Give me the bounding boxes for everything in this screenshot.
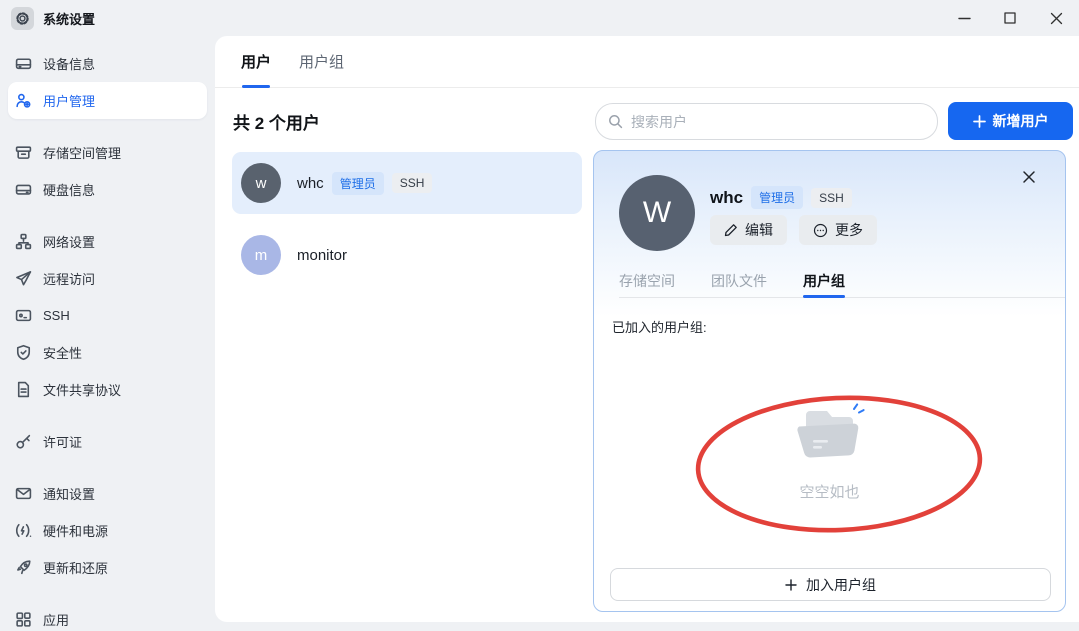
minimize-button[interactable]	[941, 0, 987, 36]
terminal-icon	[15, 307, 32, 324]
ellipsis-circle-icon	[813, 223, 828, 237]
add-user-label: 新增用户	[992, 113, 1049, 129]
tab-team-files[interactable]: 团队文件	[711, 263, 767, 298]
apps-grid-icon	[15, 611, 32, 628]
rocket-icon	[15, 559, 32, 576]
sidebar-item-remote-access[interactable]: 远程访问	[0, 260, 215, 297]
user-search[interactable]	[595, 103, 938, 140]
search-input[interactable]	[631, 113, 925, 130]
empty-folder-icon	[796, 403, 865, 458]
more-button[interactable]: 更多	[799, 215, 877, 245]
more-label: 更多	[835, 222, 863, 238]
detail-avatar: W	[619, 175, 695, 251]
device-info-icon	[15, 55, 32, 72]
shield-check-icon	[15, 344, 32, 361]
user-row-whc[interactable]: w whc 管理员 SSH	[232, 152, 582, 214]
plus-icon	[972, 114, 986, 128]
users-icon	[15, 92, 32, 109]
tab-user-groups[interactable]: 用户组	[299, 36, 344, 88]
sidebar-item-label: SSH	[43, 308, 70, 323]
detail-user-name: whc	[710, 187, 744, 207]
paper-plane-icon	[15, 270, 32, 287]
sidebar-item-label: 用户管理	[43, 94, 96, 109]
detail-tabs: 存储空间 团队文件 用户组	[619, 263, 1065, 298]
pencil-icon	[724, 224, 737, 237]
close-icon	[1050, 12, 1062, 24]
sidebar-item-label: 文件共享协议	[43, 383, 122, 398]
sidebar-item-apps[interactable]: 应用	[0, 601, 215, 631]
add-user-button[interactable]: 新增用户	[948, 102, 1073, 140]
detail-name-row: whc 管理员 SSH	[710, 186, 852, 209]
sidebar-item-ssh[interactable]: SSH	[0, 297, 215, 334]
storage-box-icon	[15, 144, 32, 161]
titlebar: 系统设置	[0, 0, 1079, 36]
main-tabs: 用户 用户组	[215, 36, 1079, 88]
avatar: m	[241, 235, 281, 275]
sidebar-item-disk-info[interactable]: 硬盘信息	[0, 171, 215, 208]
maximize-icon	[1004, 12, 1016, 24]
admin-badge: 管理员	[751, 186, 804, 209]
user-row-monitor[interactable]: m monitor	[232, 224, 582, 286]
sidebar-item-label: 安全性	[43, 346, 83, 361]
plus-icon	[785, 578, 797, 591]
avatar: w	[241, 163, 281, 203]
search-icon	[609, 115, 623, 129]
hard-disk-icon	[15, 181, 32, 198]
sidebar-item-label: 通知设置	[43, 487, 96, 502]
sidebar-item-label: 硬盘信息	[43, 183, 96, 198]
window-title: 系统设置	[43, 11, 96, 27]
sidebar-item-file-sharing[interactable]: 文件共享协议	[0, 371, 215, 408]
sidebar-item-label: 硬件和电源	[43, 524, 109, 539]
user-name: monitor	[297, 246, 348, 264]
sidebar-item-security[interactable]: 安全性	[0, 334, 215, 371]
edit-button[interactable]: 编辑	[710, 215, 787, 245]
sidebar-item-label: 存储空间管理	[43, 146, 122, 161]
user-name: whc	[297, 174, 324, 192]
empty-state: 空空如也	[594, 401, 1065, 502]
minimize-icon	[957, 17, 971, 19]
ssh-badge: SSH	[391, 173, 433, 193]
envelope-icon	[15, 485, 32, 502]
system-settings-window: 系统设置 设备信息 用户管理 存储空间管理 硬盘信息 网络设置 远程访问 SSH…	[0, 0, 1079, 631]
sidebar-item-label: 设备信息	[43, 57, 96, 72]
card-close-button[interactable]	[1019, 167, 1039, 187]
document-icon	[15, 381, 32, 398]
sidebar-item-label: 应用	[43, 613, 70, 628]
sidebar-item-network-settings[interactable]: 网络设置	[0, 223, 215, 260]
sidebar-item-user-management[interactable]: 用户管理	[8, 82, 207, 119]
power-energy-icon	[15, 522, 32, 539]
window-controls	[941, 0, 1079, 36]
ssh-badge: SSH	[811, 187, 852, 208]
detail-actions: 编辑 更多	[710, 215, 877, 245]
tab-users[interactable]: 用户	[241, 36, 271, 88]
settings-gear-icon	[11, 6, 34, 30]
admin-badge: 管理员	[331, 171, 384, 195]
sidebar-item-storage-management[interactable]: 存储空间管理	[0, 134, 215, 171]
join-group-button[interactable]: 加入用户组	[610, 568, 1051, 601]
tab-user-groups[interactable]: 用户组	[803, 263, 845, 298]
sidebar-item-hardware-power[interactable]: 硬件和电源	[0, 512, 215, 549]
sidebar-item-label: 网络设置	[43, 235, 96, 250]
sidebar-item-license[interactable]: 许可证	[0, 423, 215, 460]
sidebar-item-notification-settings[interactable]: 通知设置	[0, 475, 215, 512]
sidebar-item-label: 远程访问	[43, 272, 96, 287]
close-button[interactable]	[1033, 0, 1079, 36]
sidebar-item-label: 更新和还原	[43, 561, 109, 576]
sidebar: 设备信息 用户管理 存储空间管理 硬盘信息 网络设置 远程访问 SSH 安全性 …	[0, 36, 215, 631]
sidebar-item-device-info[interactable]: 设备信息	[0, 45, 215, 82]
sidebar-item-label: 许可证	[43, 435, 83, 450]
join-group-label: 加入用户组	[806, 576, 876, 593]
maximize-button[interactable]	[987, 0, 1033, 36]
user-count-heading: 共 2 个用户	[233, 114, 320, 133]
user-detail-card: W whc 管理员 SSH 编辑 更多 存储空间 团队文件 用户组 已加入的用户…	[593, 150, 1066, 612]
edit-label: 编辑	[745, 222, 773, 238]
joined-groups-label: 已加入的用户组:	[612, 320, 707, 335]
tab-storage-space[interactable]: 存储空间	[619, 263, 675, 298]
close-icon	[1023, 171, 1035, 183]
sidebar-item-update-restore[interactable]: 更新和还原	[0, 549, 215, 586]
network-icon	[15, 233, 32, 250]
empty-state-text: 空空如也	[799, 484, 860, 501]
key-icon	[15, 433, 32, 450]
main-panel: 用户 用户组 共 2 个用户 新增用户 w whc 管理员 SSH m moni…	[215, 36, 1079, 622]
